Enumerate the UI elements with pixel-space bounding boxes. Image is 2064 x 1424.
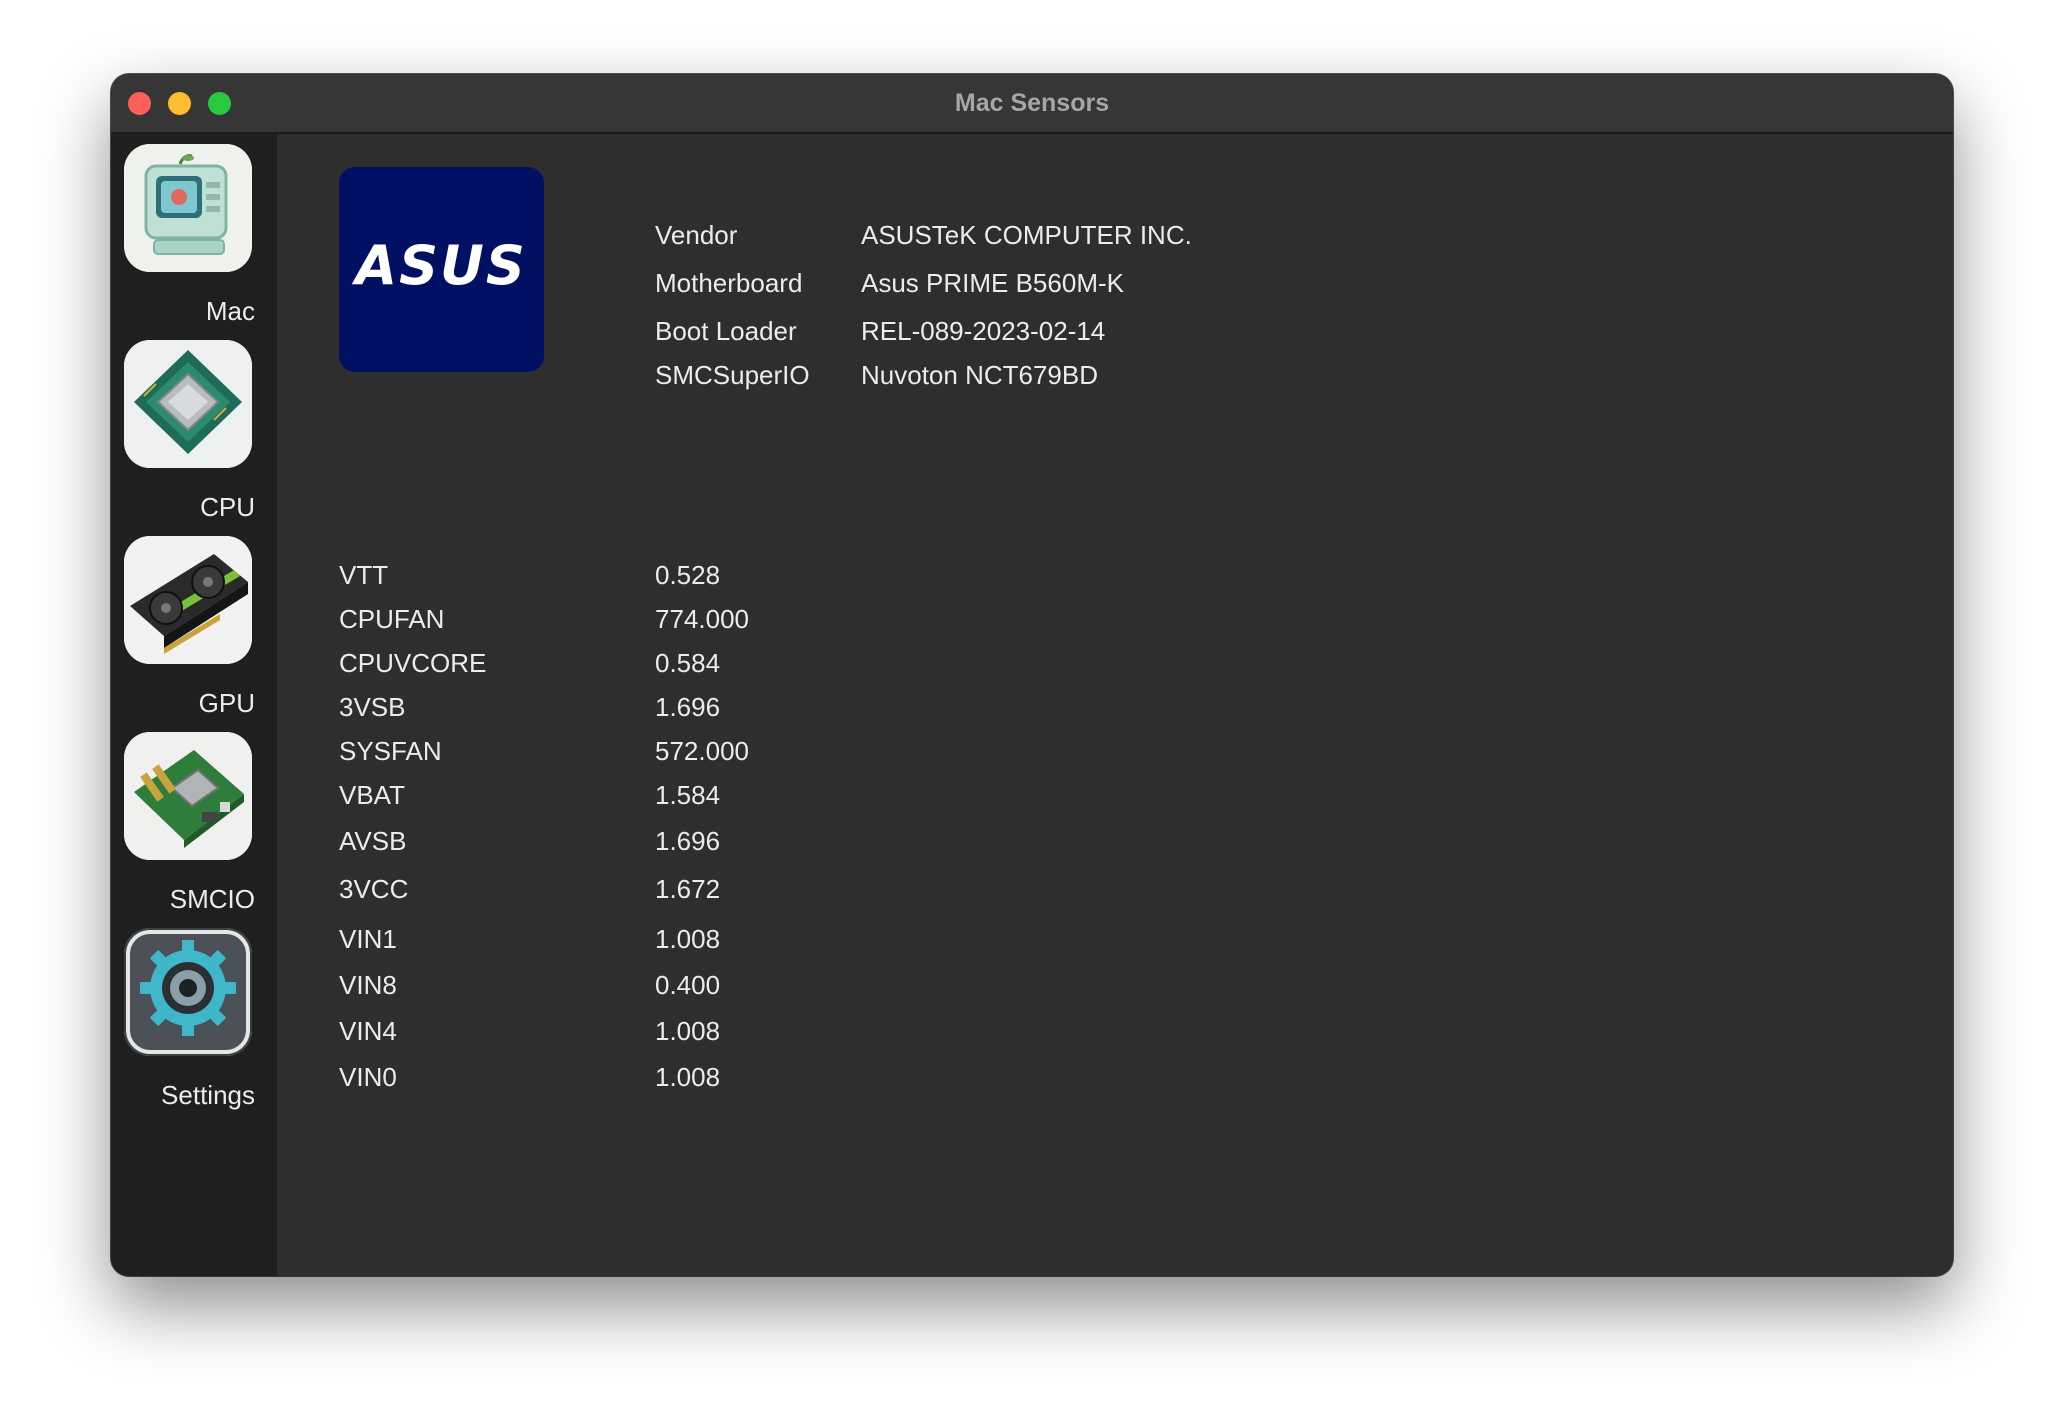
sidebar: Mac CPU GPU SMCIO Settings <box>111 134 277 1276</box>
sidebar-item-mac[interactable]: Mac <box>111 144 277 340</box>
sensor-name: VIN4 <box>339 1016 397 1046</box>
sidebar-item-settings[interactable]: Settings <box>111 928 277 1124</box>
info-key-vendor: Vendor <box>655 220 738 250</box>
sensor-name: 3VCC <box>339 874 409 904</box>
vendor-logo: ASUS <box>339 167 544 372</box>
sensor-value: 1.672 <box>655 874 721 904</box>
main-content: ASUS Vendor ASUSTeK COMPUTER INC. Mother… <box>277 134 1953 1276</box>
info-key-boot-loader: Boot Loader <box>655 316 797 346</box>
sensor-value: 1.696 <box>655 692 721 722</box>
sensor-name: SYSFAN <box>339 736 442 766</box>
sensor-value: 774.000 <box>655 604 749 634</box>
sidebar-item-label: CPU <box>200 492 255 522</box>
cpu-chip-icon <box>124 340 252 468</box>
sensor-value: 1.008 <box>655 1062 721 1092</box>
sidebar-item-label: GPU <box>198 688 255 718</box>
sensor-value: 1.008 <box>655 924 721 954</box>
vendor-logo-text: ASUS <box>351 234 526 297</box>
sidebar-item-smcio[interactable]: SMCIO <box>111 732 277 928</box>
sensor-name: VIN1 <box>339 924 397 954</box>
info-value-smcsuperio: Nuvoton NCT679BD <box>861 360 1098 390</box>
sensor-value: 0.584 <box>655 648 721 678</box>
info-key-smcsuperio: SMCSuperIO <box>655 360 810 390</box>
sidebar-item-label: SMCIO <box>169 884 255 914</box>
retro-computer-icon <box>124 144 252 272</box>
sensor-name: VBAT <box>339 780 405 810</box>
sensor-name: VTT <box>339 560 389 590</box>
title-bar: Mac Sensors <box>111 74 1953 134</box>
sensor-value: 1.008 <box>655 1016 721 1046</box>
motherboard-icon <box>124 732 252 860</box>
sensor-value: 1.696 <box>655 826 721 856</box>
sensor-name: CPUVCORE <box>339 648 487 678</box>
sensor-value: 0.400 <box>655 970 721 1000</box>
sensor-value: 0.528 <box>655 560 721 590</box>
info-key-motherboard: Motherboard <box>655 268 803 298</box>
sidebar-item-label: Mac <box>205 296 255 326</box>
info-value-boot-loader: REL-089-2023-02-14 <box>861 316 1106 346</box>
sensor-value: 1.584 <box>655 780 721 810</box>
sensor-name: AVSB <box>339 826 407 856</box>
sensor-name: 3VSB <box>339 692 406 722</box>
info-value-motherboard: Asus PRIME B560M-K <box>861 268 1124 298</box>
sensor-value: 572.000 <box>655 736 749 766</box>
sidebar-item-gpu[interactable]: GPU <box>111 536 277 732</box>
graphics-card-icon <box>124 536 252 664</box>
gear-icon <box>124 928 252 1056</box>
sensor-name: VIN0 <box>339 1062 397 1092</box>
sidebar-item-cpu[interactable]: CPU <box>111 340 277 536</box>
sensor-name: VIN8 <box>339 970 397 1000</box>
app-window: Mac Sensors Mac CPU GPU SMCIO Settings A… <box>111 74 1953 1276</box>
sensor-name: CPUFAN <box>339 604 445 634</box>
info-value-vendor: ASUSTeK COMPUTER INC. <box>861 220 1192 250</box>
sidebar-item-label: Settings <box>161 1080 255 1110</box>
window-title: Mac Sensors <box>954 89 1110 117</box>
